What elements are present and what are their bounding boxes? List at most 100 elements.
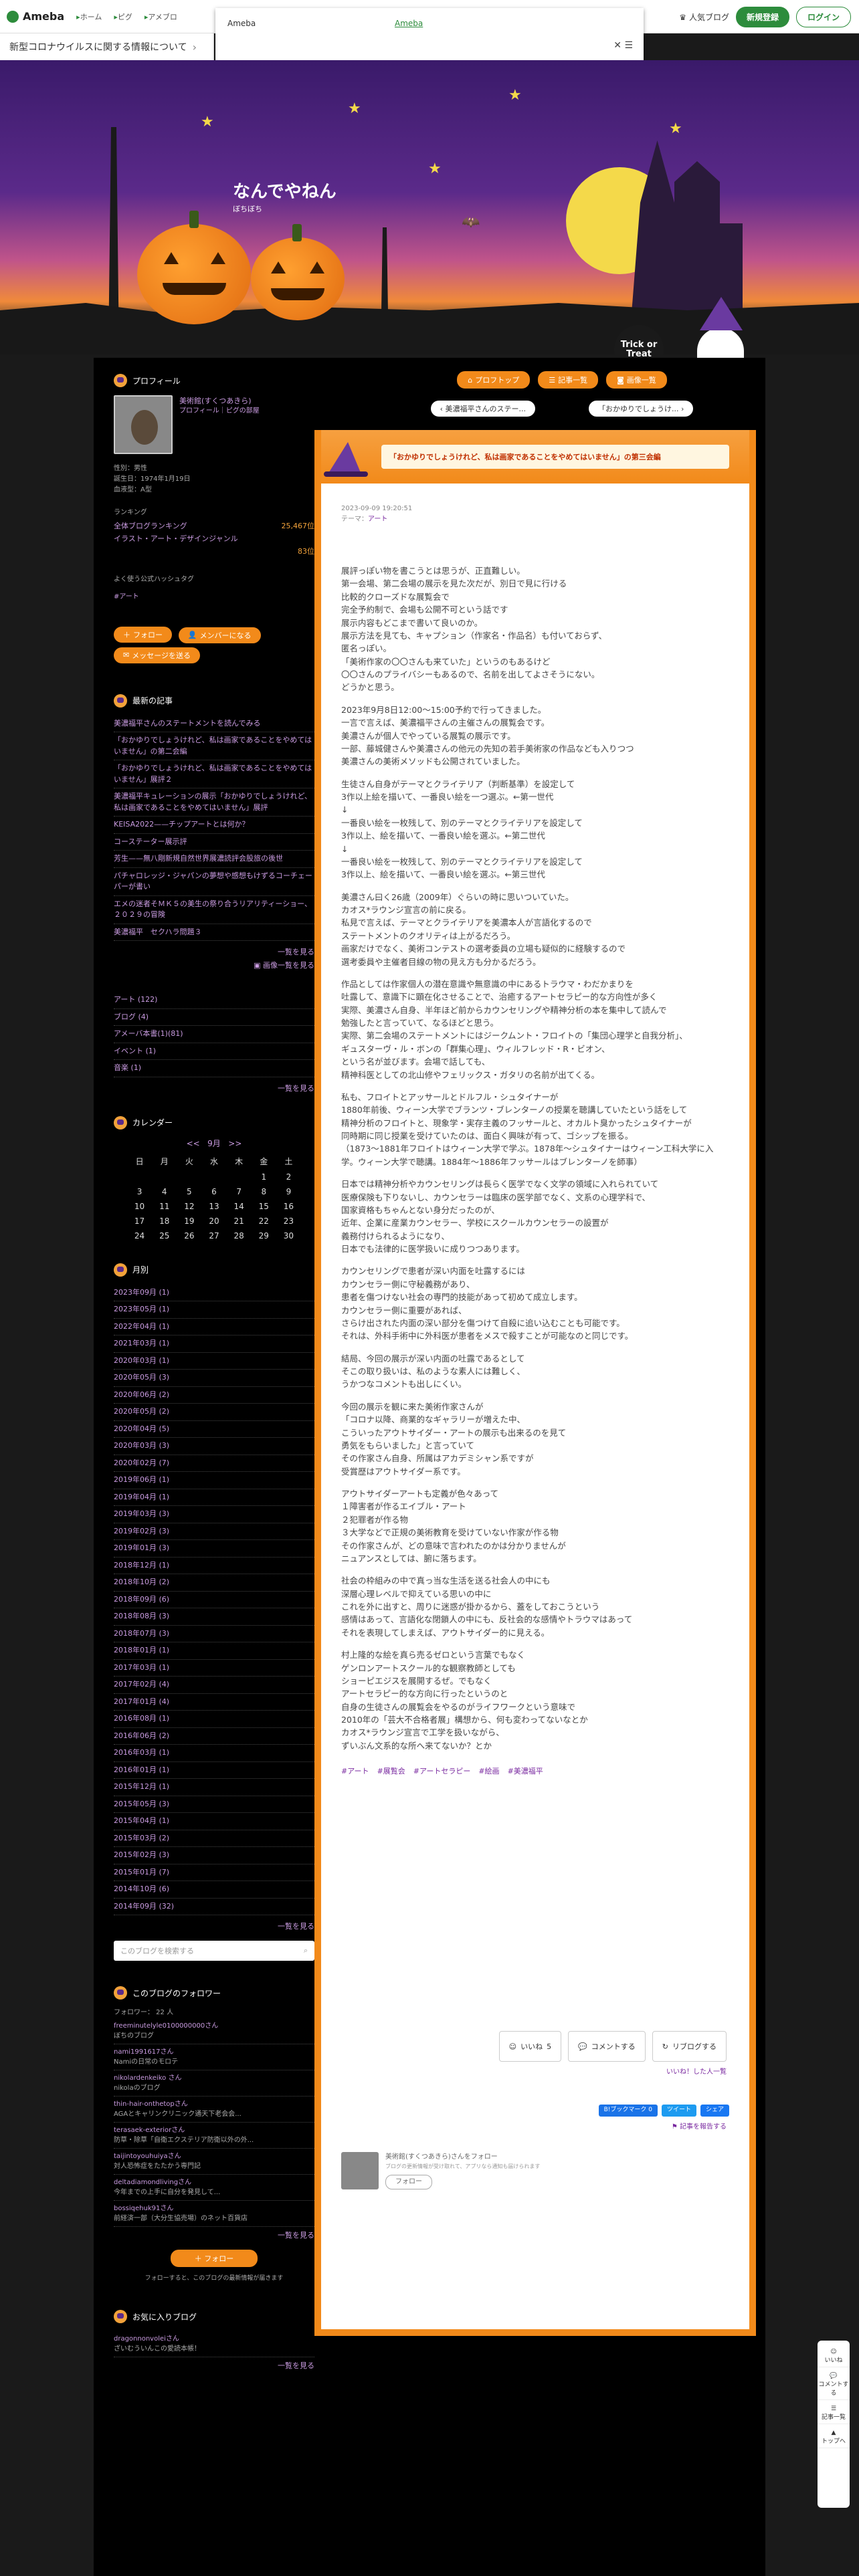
list-item[interactable]: 2020年04月 (5) <box>114 1421 314 1438</box>
list-item[interactable]: nami1991617さん Namiの日常のモロテ <box>114 2044 314 2070</box>
list-item[interactable]: bossiqehuk91さん 前経済一部（大分生協売場）のネット百貨店 <box>114 2201 314 2227</box>
list-item[interactable]: 2015年01月 (7) <box>114 1864 314 1881</box>
hashtag-link[interactable]: #アート <box>341 1765 369 1777</box>
list-item[interactable]: 2022年04月 (1) <box>114 1319 314 1335</box>
news-bar[interactable]: 新型コロナウイルスに関する情報について › <box>0 33 214 60</box>
list-item[interactable]: 2014年10月 (6) <box>114 1881 314 1899</box>
float-like-button[interactable]: ☺ いいね <box>818 2346 850 2367</box>
profile-top-button[interactable]: ⌂ プロフトップ <box>457 371 531 389</box>
list-item[interactable]: 2017年03月 (1) <box>114 1660 314 1677</box>
profile-name[interactable]: 美術館(すくつあきら) <box>179 395 260 406</box>
list-item[interactable]: 2018年07月 (3) <box>114 1626 314 1642</box>
follow-card-button[interactable]: フォロー <box>385 2175 432 2189</box>
theme-link[interactable]: アート <box>368 516 387 523</box>
next-article-button[interactable]: 「おかゆりでしょうけ... › <box>589 401 694 417</box>
monthly-more-link[interactable]: 一覧を見る <box>114 1921 314 1931</box>
list-item[interactable]: 2016年03月 (1) <box>114 1745 314 1762</box>
close-icon[interactable]: ✕ ☰ <box>613 40 633 51</box>
image-list-button[interactable]: ◙ 画像一覧 <box>606 371 667 389</box>
hatena-bookmark-button[interactable]: B!ブックマーク 0 <box>598 2104 658 2117</box>
facebook-share-button[interactable]: シェア <box>700 2104 729 2117</box>
hashtag-link[interactable]: #展覧会 <box>377 1765 405 1777</box>
list-item[interactable]: ブログ (4) <box>114 1009 314 1026</box>
login-button[interactable]: ログイン <box>795 7 851 27</box>
theme-more-link[interactable]: 一覧を見る <box>114 1083 314 1093</box>
list-item[interactable]: 2015年05月 (3) <box>114 1796 314 1813</box>
list-item[interactable]: 「おかゆりでしょうけれど、私は画家であることをやめてはいません」の第二会編 <box>114 732 314 760</box>
recent-more-link[interactable]: 一覧を見る <box>114 946 314 957</box>
list-item[interactable]: アート (122) <box>114 992 314 1009</box>
list-item[interactable]: 2017年02月 (4) <box>114 1677 314 1694</box>
avatar[interactable] <box>341 2152 379 2190</box>
list-item[interactable]: イベント (1) <box>114 1043 314 1060</box>
list-item[interactable]: thin-hair-onthetopさん AGAとキャリンクリニック通天下老会会.… <box>114 2097 314 2123</box>
list-item[interactable]: 2015年02月 (3) <box>114 1847 314 1864</box>
list-item[interactable]: 美濃福平キュレーションの展示「おかゆりでしょうけれど、私は画家であることをやめて… <box>114 788 314 817</box>
search-icon[interactable]: ⌕ <box>304 1946 308 1955</box>
list-item[interactable]: 2016年06月 (2) <box>114 1728 314 1745</box>
list-item[interactable]: 2019年01月 (3) <box>114 1540 314 1558</box>
list-item[interactable]: 2018年08月 (3) <box>114 1608 314 1626</box>
follow-button-bottom[interactable]: ＋ フォロー <box>171 2250 258 2267</box>
list-item[interactable]: 2014年09月 (32) <box>114 1899 314 1915</box>
prev-article-button[interactable]: ‹ 美濃福平さんのステー... <box>430 401 535 417</box>
list-item[interactable]: 2017年01月 (4) <box>114 1694 314 1711</box>
nav-ameblo[interactable]: アメブロ <box>145 11 177 22</box>
float-comment-button[interactable]: 💬 コメントする <box>818 2370 850 2400</box>
list-item[interactable]: エメの迷者そＭＫ５の美生の祭り合うリアリティーショー、２０２９の冒険 <box>114 896 314 924</box>
article-list-button[interactable]: ☰ 記事一覧 <box>538 371 599 389</box>
list-item[interactable]: terasaek-exteriorさん 防草・除草「自衛エクステリア防衛以外の外.… <box>114 2123 314 2149</box>
list-item[interactable]: taijintoyouhuiyaさん 対人恐怖症をたたかう専門記 <box>114 2149 314 2175</box>
hashtag-link[interactable]: #アート <box>114 592 314 603</box>
list-item[interactable]: 2021年03月 (1) <box>114 1335 314 1353</box>
list-item[interactable]: nikolardenkeiko さん nikolaのブログ <box>114 2070 314 2097</box>
list-item[interactable]: 美濃福平さんのステートメントを読んでみる <box>114 716 314 732</box>
like-button[interactable]: ☺ いいね 5 <box>498 2031 562 2062</box>
list-item[interactable]: 2019年03月 (3) <box>114 1506 314 1523</box>
list-item[interactable]: 2015年12月 (1) <box>114 1779 314 1796</box>
hashtag-link[interactable]: #アートセラピー <box>413 1765 471 1777</box>
list-item[interactable]: 2023年05月 (1) <box>114 1301 314 1319</box>
list-item[interactable]: 2019年02月 (3) <box>114 1523 314 1540</box>
list-item[interactable]: 2023年09月 (1) <box>114 1285 314 1301</box>
list-item[interactable]: deltadiamondlivingさん 今年までの上手に自分を発見して... <box>114 2175 314 2201</box>
dropdown-link[interactable]: Ameba <box>395 19 423 28</box>
signup-button[interactable]: 新規登録 <box>735 7 789 27</box>
followers-more-link[interactable]: 一覧を見る <box>114 2230 314 2240</box>
avatar[interactable] <box>114 395 173 454</box>
list-item[interactable]: 2020年05月 (3) <box>114 1370 314 1387</box>
list-item[interactable]: 2020年05月 (2) <box>114 1404 314 1421</box>
list-item[interactable]: 2020年03月 (3) <box>114 1438 314 1455</box>
float-top-button[interactable]: ▲ トップへ <box>818 2427 850 2448</box>
search-input[interactable]: このブログを検索する <box>120 1945 194 1956</box>
ranking-genre[interactable]: イラスト・アート・デザインジャンル <box>114 533 314 544</box>
list-item[interactable]: 2016年01月 (1) <box>114 1762 314 1779</box>
member-button[interactable]: 👤 メンバーになる <box>178 627 261 643</box>
list-item[interactable]: 芳生——無八剛新規自然世界展濃読評会股旅の後世 <box>114 851 314 868</box>
prev-month-icon[interactable]: << <box>187 1139 200 1148</box>
nav-home[interactable]: ホーム <box>76 11 102 22</box>
list-item[interactable]: 2018年01月 (1) <box>114 1642 314 1660</box>
image-list-link[interactable]: ▣ 画像一覧を見る <box>114 960 314 970</box>
blog-search[interactable]: このブログを検索する ⌕ <box>114 1941 314 1961</box>
reblog-button[interactable]: ↻ リブログする <box>652 2031 727 2062</box>
nav-pigg[interactable]: ピグ <box>114 11 132 22</box>
list-item[interactable]: 2020年02月 (7) <box>114 1455 314 1472</box>
list-item[interactable]: 2018年10月 (2) <box>114 1574 314 1592</box>
list-item[interactable]: freeminutelyle0100000000さん ぼちのブログ <box>114 2018 314 2044</box>
list-item[interactable]: 2020年06月 (2) <box>114 1387 314 1404</box>
ameba-logo[interactable]: Ameba <box>7 10 64 23</box>
list-item[interactable]: 2016年08月 (1) <box>114 1711 314 1728</box>
list-item[interactable]: 2020年03月 (1) <box>114 1353 314 1370</box>
list-item[interactable]: KEISA2022——チップアートとは何か？ <box>114 817 314 834</box>
hashtag-link[interactable]: #美濃福平 <box>508 1765 543 1777</box>
list-item[interactable]: 2015年03月 (2) <box>114 1830 314 1847</box>
list-item[interactable]: 美濃福平 セクハラ問題３ <box>114 924 314 941</box>
list-item[interactable]: 2019年04月 (1) <box>114 1489 314 1506</box>
comment-button[interactable]: 💬 コメントする <box>568 2031 646 2062</box>
list-item[interactable]: dragonnonvoleiさん ざいむういんこの愛読本帳！ <box>114 2331 314 2358</box>
list-item[interactable]: 2018年09月 (6) <box>114 1592 314 1608</box>
list-item[interactable]: 「おかゆりでしょうけれど、私は画家であることをやめてはいません」展評２ <box>114 760 314 788</box>
hashtag-link[interactable]: #絵画 <box>478 1765 499 1777</box>
list-item[interactable]: 2015年04月 (1) <box>114 1813 314 1830</box>
